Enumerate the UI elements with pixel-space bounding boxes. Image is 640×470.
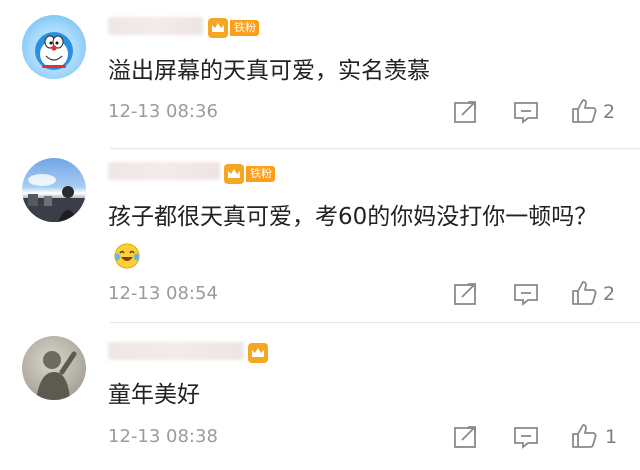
like-icon[interactable]: [570, 279, 598, 307]
like-count: 2: [603, 101, 616, 123]
share-icon[interactable]: [452, 423, 480, 451]
comment-time: 12-13 08:54: [108, 283, 218, 304]
like-icon[interactable]: [570, 422, 598, 450]
username-blurred[interactable]: [108, 342, 244, 360]
avatar[interactable]: [22, 15, 86, 79]
vip-crown-icon: [248, 343, 268, 363]
comment-item: 铁粉 溢出屏幕的天真可爱，实名羡慕 12-13 08:36 2: [0, 0, 640, 150]
scenery-avatar-icon: [22, 174, 86, 222]
vip-crown-icon: [208, 18, 228, 38]
divider: [110, 148, 640, 149]
comment-item: 铁粉 孩子都很天真可爱，考60的你妈没打你一顿吗？ 12-13 08:54 2: [0, 150, 640, 320]
avatar[interactable]: [22, 158, 86, 222]
like-count: 1: [605, 426, 618, 448]
username-blurred[interactable]: [108, 17, 203, 35]
fan-badge: 铁粉: [230, 20, 259, 36]
share-icon[interactable]: [452, 280, 480, 308]
vip-crown-icon: [224, 164, 244, 184]
like-icon[interactable]: [570, 97, 598, 125]
comment-text: 童年美好: [108, 382, 200, 408]
comment-time: 12-13 08:38: [108, 426, 218, 447]
comment-item: 童年美好 12-13 08:38 1: [0, 322, 640, 470]
share-icon[interactable]: [452, 98, 480, 126]
fan-badge: 铁粉: [246, 166, 275, 182]
username-blurred[interactable]: [108, 162, 220, 180]
comment-text: 溢出屏幕的天真可爱，实名羡慕: [108, 58, 430, 84]
comment-icon[interactable]: [512, 423, 540, 451]
comment-icon[interactable]: [512, 280, 540, 308]
comment-text-body: 孩子都很天真可爱，考60的你妈没打你一顿吗？: [108, 204, 598, 230]
comment-time: 12-13 08:36: [108, 101, 218, 122]
comment-icon[interactable]: [512, 98, 540, 126]
person-avatar-icon: [36, 351, 77, 400]
comment-text: 孩子都很天真可爱，考60的你妈没打你一顿吗？: [108, 198, 613, 274]
laughing-tears-icon: [114, 243, 140, 268]
doraemon-avatar-icon: [35, 32, 73, 70]
avatar[interactable]: [22, 336, 86, 400]
like-count: 2: [603, 283, 616, 305]
